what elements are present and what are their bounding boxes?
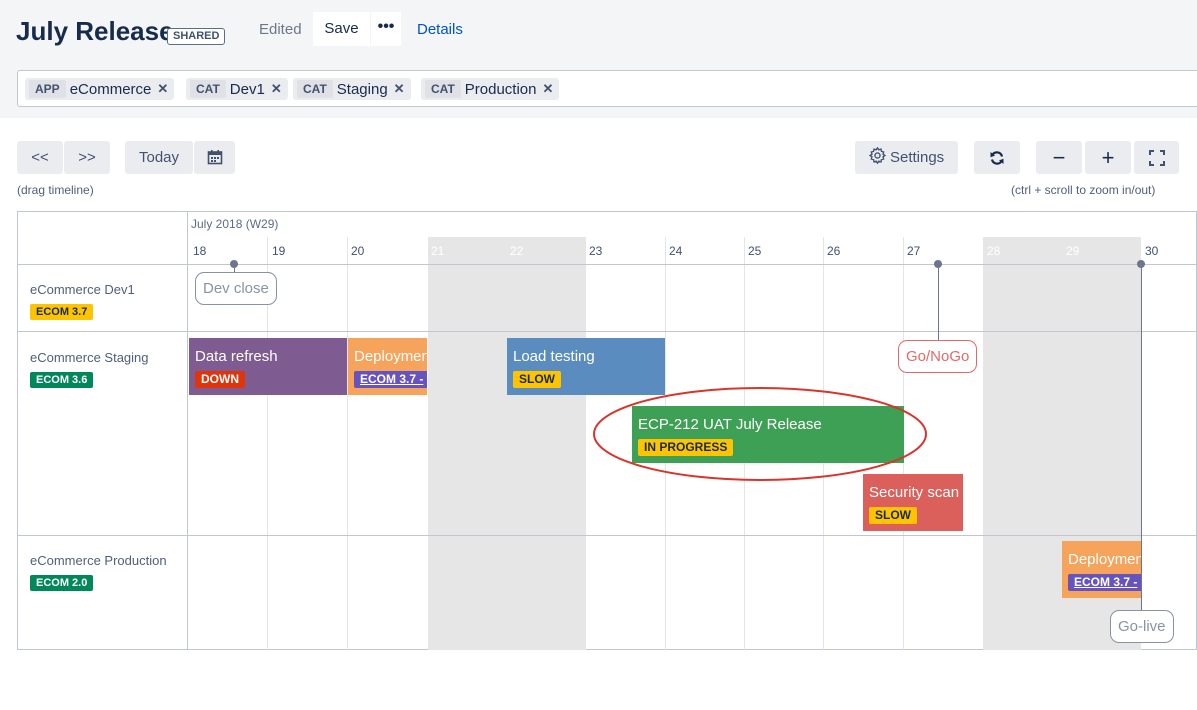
day-label: 29 bbox=[1066, 244, 1080, 258]
gear-icon bbox=[868, 146, 886, 165]
event-version-badge[interactable]: ECOM 3.7 - bbox=[354, 371, 427, 388]
refresh-icon bbox=[990, 151, 1004, 165]
settings-button[interactable]: Settings bbox=[855, 141, 958, 174]
milestone-marker bbox=[1137, 260, 1145, 268]
lane-version-tag: ECOM 3.7 bbox=[30, 304, 94, 320]
day-label: 20 bbox=[351, 244, 365, 258]
event-data-refresh[interactable]: Data refresh DOWN bbox=[189, 338, 347, 395]
settings-label: Settings bbox=[889, 149, 945, 166]
milestone-stem bbox=[938, 264, 939, 340]
lane-divider bbox=[17, 535, 1197, 536]
shared-badge: SHARED bbox=[167, 28, 226, 45]
event-status-badge: DOWN bbox=[195, 371, 245, 388]
day-label: 19 bbox=[272, 244, 286, 258]
milestone-go-nogo[interactable]: Go/NoGo bbox=[898, 340, 978, 373]
milestone-marker bbox=[934, 260, 942, 268]
remove-filter-icon[interactable]: ✕ bbox=[394, 81, 405, 97]
today-button[interactable]: Today bbox=[125, 141, 193, 174]
day-gridline bbox=[347, 237, 348, 650]
filter-bar[interactable]: APP eCommerce ✕ CAT Dev1 ✕ CAT Staging ✕… bbox=[17, 70, 1197, 107]
zoom-in-button[interactable]: + bbox=[1085, 141, 1131, 174]
month-label: July 2018 (W29) bbox=[191, 217, 279, 231]
filter-value-label: Production bbox=[464, 80, 537, 98]
lane-label-divider bbox=[187, 211, 188, 650]
event-deployment-production[interactable]: Deployment ECOM 3.7 - bbox=[1062, 541, 1141, 598]
lane-name-production: eCommerce Production bbox=[30, 553, 167, 568]
day-label: 24 bbox=[669, 244, 683, 258]
day-label: 30 bbox=[1145, 244, 1159, 258]
event-status-badge: SLOW bbox=[513, 371, 561, 388]
filter-type-label: CAT bbox=[425, 80, 461, 98]
milestone-stem bbox=[1141, 264, 1142, 610]
day-label: 28 bbox=[987, 244, 1001, 258]
day-label: 25 bbox=[748, 244, 762, 258]
lane-version-tag: ECOM 2.0 bbox=[30, 575, 94, 591]
event-title: Data refresh bbox=[195, 348, 278, 365]
weekend-shade bbox=[428, 237, 586, 650]
day-label: 26 bbox=[827, 244, 841, 258]
refresh-button[interactable] bbox=[974, 141, 1020, 174]
filter-type-label: APP bbox=[29, 80, 66, 98]
event-deployment-staging[interactable]: Deployment ECOM 3.7 - bbox=[348, 338, 427, 395]
highlight-ellipse bbox=[593, 387, 927, 481]
filter-value-label: eCommerce bbox=[69, 80, 152, 98]
filter-type-label: CAT bbox=[190, 80, 226, 98]
more-options-button[interactable]: ••• bbox=[371, 12, 401, 46]
header-divider bbox=[17, 264, 1197, 265]
filter-chip-app-ecommerce: APP eCommerce ✕ bbox=[25, 78, 175, 100]
day-label: 18 bbox=[193, 244, 207, 258]
milestone-marker bbox=[230, 260, 238, 268]
filter-value-label: Staging bbox=[336, 80, 388, 98]
zoom-out-button[interactable]: − bbox=[1036, 141, 1082, 174]
filter-chip-cat-staging: CAT Staging ✕ bbox=[293, 78, 411, 100]
filter-chip-cat-production: CAT Production ✕ bbox=[421, 78, 560, 100]
remove-filter-icon[interactable]: ✕ bbox=[271, 81, 282, 97]
edited-status: Edited bbox=[259, 21, 302, 38]
zoom-hint: (ctrl + scroll to zoom in/out) bbox=[1011, 183, 1156, 197]
remove-filter-icon[interactable]: ✕ bbox=[157, 81, 168, 97]
remove-filter-icon[interactable]: ✕ bbox=[543, 81, 554, 97]
milestone-go-live[interactable]: Go-live bbox=[1110, 610, 1174, 643]
milestone-dev-close[interactable]: Dev close bbox=[195, 272, 277, 305]
event-title: Load testing bbox=[513, 348, 595, 365]
lane-version-tag: ECOM 3.6 bbox=[30, 372, 94, 388]
details-link[interactable]: Details bbox=[417, 21, 463, 38]
event-title: Deployment bbox=[1068, 551, 1141, 568]
page-title: July Release bbox=[16, 16, 174, 46]
day-label: 27 bbox=[907, 244, 921, 258]
next-period-button[interactable]: >> bbox=[64, 141, 110, 174]
save-button[interactable]: Save bbox=[313, 12, 370, 46]
lane-divider bbox=[17, 331, 1197, 332]
filter-value-label: Dev1 bbox=[229, 80, 265, 98]
filter-chip-cat-dev1: CAT Dev1 ✕ bbox=[186, 78, 288, 100]
day-label: 21 bbox=[431, 244, 445, 258]
fullscreen-button[interactable] bbox=[1134, 141, 1179, 174]
event-title: Deployment bbox=[354, 348, 427, 365]
lane-name-staging: eCommerce Staging bbox=[30, 350, 149, 365]
filter-type-label: CAT bbox=[297, 80, 333, 98]
event-title: Security scan bbox=[869, 484, 960, 501]
event-version-badge[interactable]: ECOM 3.7 - bbox=[1068, 574, 1141, 591]
event-status-badge: SLOW bbox=[869, 507, 917, 524]
lane-name-dev1: eCommerce Dev1 bbox=[30, 282, 135, 297]
drag-hint: (drag timeline) bbox=[17, 183, 94, 197]
fullscreen-icon bbox=[1148, 150, 1165, 166]
calendar-icon bbox=[207, 150, 222, 165]
calendar-button[interactable] bbox=[194, 141, 235, 174]
previous-period-button[interactable]: << bbox=[17, 141, 63, 174]
day-label: 22 bbox=[510, 244, 524, 258]
day-label: 23 bbox=[589, 244, 603, 258]
